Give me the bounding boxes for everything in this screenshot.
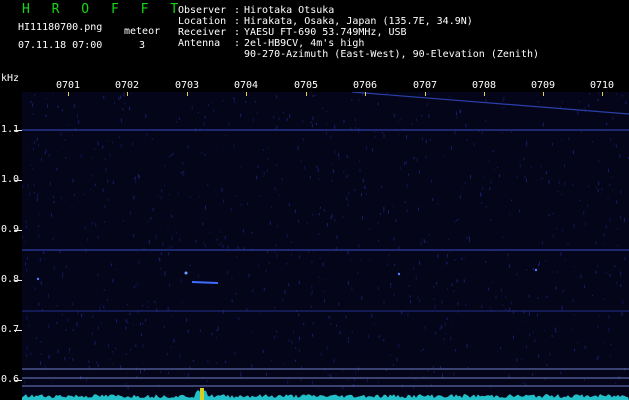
noise-layer <box>22 92 629 390</box>
date-time: 07.11.18 07:00 <box>18 40 103 51</box>
meteor-echo <box>184 271 188 275</box>
info-row-observer: Observer: Hirotaka Otsuka <box>178 5 335 16</box>
station-info: Observer: Hirotaka Otsuka Location: Hira… <box>178 5 539 60</box>
info-row-antenna: Antenna: 2el-HB9CV, 4m's high <box>178 38 365 49</box>
x-tick-mark <box>543 92 544 96</box>
spectrogram-canvas <box>22 92 629 400</box>
x-tick-mark <box>602 92 603 96</box>
x-tick-label: 0708 <box>471 80 497 91</box>
meteor-echo <box>397 272 401 276</box>
x-tick-label: 0706 <box>352 80 378 91</box>
meteor-label: meteor <box>124 26 161 37</box>
meteor-echo <box>191 281 219 284</box>
drift-line <box>351 92 629 115</box>
file-name: HI11180700.png <box>18 22 103 33</box>
x-tick-mark <box>425 92 426 96</box>
info-key: Location <box>178 16 227 27</box>
x-tick-mark <box>306 92 307 96</box>
info-row-receiver: Receiver: YAESU FT-690 53.749MHz, USB <box>178 27 407 38</box>
x-tick-label: 0705 <box>293 80 319 91</box>
info-value: 90-270-Azimuth (East-West), 90-Elevation… <box>244 49 540 60</box>
meteor-count: 3 <box>139 40 146 51</box>
x-tick-mark <box>246 92 247 96</box>
x-tick-label: 0701 <box>55 80 81 91</box>
spectrum-trace <box>22 388 629 400</box>
y-tick-mark <box>14 180 22 181</box>
info-value: 2el-HB9CV, 4m's high <box>244 38 365 49</box>
x-tick-label: 0702 <box>114 80 140 91</box>
y-unit-label: kHz <box>1 73 20 84</box>
meteor-echo <box>534 268 538 272</box>
x-tick-mark <box>127 92 128 96</box>
x-tick-mark <box>365 92 366 96</box>
y-tick-mark <box>14 130 22 131</box>
x-tick-mark <box>187 92 188 96</box>
info-key: Antenna <box>178 38 221 49</box>
info-key: Observer <box>178 5 227 16</box>
x-tick-mark <box>484 92 485 96</box>
meteor-echo <box>36 277 40 281</box>
info-key <box>178 49 234 60</box>
x-tick-mark <box>68 92 69 96</box>
y-tick-mark <box>14 280 22 281</box>
info-key: Receiver <box>178 27 227 38</box>
y-tick-mark <box>14 330 22 331</box>
info-value: Hirotaka Otsuka <box>244 5 335 16</box>
x-tick-label: 0703 <box>174 80 200 91</box>
spectrogram-plot <box>22 92 629 400</box>
x-tick-label: 0710 <box>589 80 615 91</box>
x-tick-label: 0709 <box>530 80 556 91</box>
y-tick-mark <box>14 230 22 231</box>
x-tick-label: 0704 <box>233 80 259 91</box>
y-tick-mark <box>14 380 22 381</box>
info-value: YAESU FT-690 53.749MHz, USB <box>244 27 407 38</box>
app-brand: H R O F F T <box>22 2 186 17</box>
info-row-location: Location: Hirakata, Osaka, Japan (135.7E… <box>178 16 473 27</box>
info-row-antenna-direction: 90-270-Azimuth (East-West), 90-Elevation… <box>178 49 539 60</box>
x-tick-label: 0707 <box>412 80 438 91</box>
info-value: Hirakata, Osaka, Japan (135.7E, 34.9N) <box>244 16 473 27</box>
